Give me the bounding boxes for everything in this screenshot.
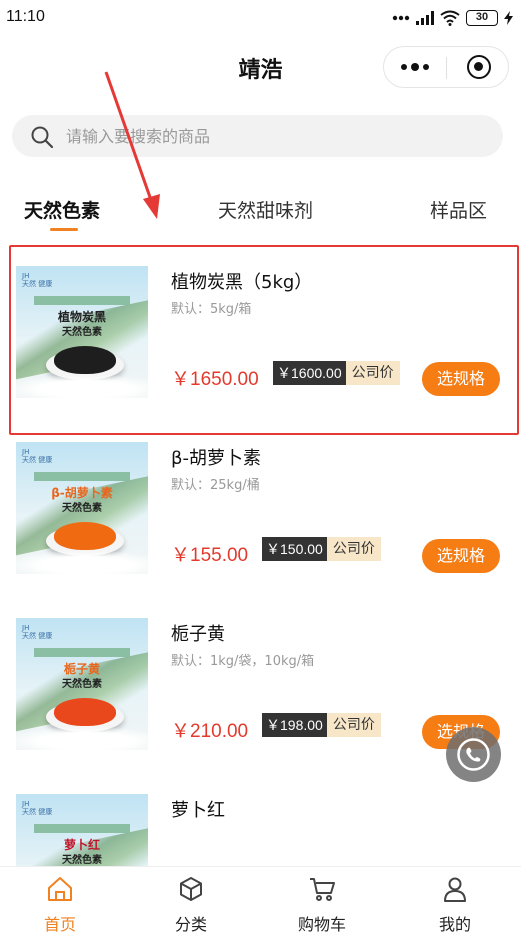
phone-chat-icon <box>457 738 490 771</box>
capsule-divider <box>446 57 447 79</box>
more-dot-icon <box>423 64 429 70</box>
image-cloud <box>16 726 148 750</box>
battery-icon: 30 <box>466 10 498 26</box>
floating-chat-button[interactable] <box>446 727 501 782</box>
tab-sample-area[interactable]: 样品区 <box>430 196 487 223</box>
product-name[interactable]: 栀子黄 <box>171 620 225 646</box>
image-subtitle: 天然色素 <box>62 679 102 690</box>
tabbar-item-cart[interactable]: 购物车 <box>272 867 372 948</box>
product-spec: 默认：25kg/桶 <box>171 478 260 493</box>
signal-icon <box>416 11 434 25</box>
image-cloud <box>16 374 148 398</box>
image-company-banner <box>34 824 130 833</box>
product-image[interactable]: JH 天然 健康 β-胡萝卜素 天然色素 <box>16 442 148 574</box>
company-price-label: 公司价 <box>326 537 381 561</box>
search-icon <box>31 126 54 149</box>
image-logo: JH 天然 健康 <box>22 448 53 464</box>
product-price: ￥210.00 <box>171 721 249 742</box>
company-price-label: 公司价 <box>326 713 381 737</box>
product-spec: 默认：5kg/箱 <box>171 302 252 317</box>
image-cloud <box>16 550 148 574</box>
image-subtitle: 天然色素 <box>62 503 102 514</box>
product-image[interactable]: JH 天然 健康 萝卜红 天然色素 <box>16 794 148 866</box>
image-company-banner <box>34 296 130 305</box>
company-price-value: ￥1600.00 <box>273 361 346 385</box>
choose-spec-button[interactable]: 选规格 <box>422 362 500 396</box>
image-logo: JH 天然 健康 <box>22 272 53 288</box>
charging-bolt-icon <box>504 11 513 25</box>
tab-natural-sweetener[interactable]: 天然甜味剂 <box>218 196 313 223</box>
image-subtitle: 天然色素 <box>62 855 102 866</box>
status-time: 11:10 <box>6 8 45 25</box>
image-powder <box>54 698 116 726</box>
status-bar: 11:10 30 <box>0 0 521 36</box>
company-price-value: ￥198.00 <box>262 713 327 737</box>
image-company-banner <box>34 648 130 657</box>
product-price: ￥155.00 <box>171 545 249 566</box>
product-image[interactable]: JH 天然 健康 植物炭黑 天然色素 <box>16 266 148 398</box>
product-item[interactable]: JH 天然 健康 植物炭黑 天然色素 植物炭黑（5kg） 默认：5kg/箱 ￥16… <box>0 266 521 436</box>
more-menu-button[interactable] <box>384 47 446 87</box>
cube-icon <box>180 877 202 901</box>
wifi-icon <box>440 10 460 26</box>
company-price-value: ￥150.00 <box>262 537 327 561</box>
product-item[interactable]: JH 天然 健康 β-胡萝卜素 天然色素 β-胡萝卜素 默认：25kg/桶 ￥15… <box>0 442 521 612</box>
company-price: ￥150.00 公司价 <box>262 537 381 561</box>
close-miniprogram-icon[interactable] <box>467 55 491 79</box>
product-name[interactable]: 植物炭黑（5kg） <box>171 268 312 294</box>
user-icon <box>444 877 466 902</box>
image-logo: JH 天然 健康 <box>22 800 53 816</box>
product-image[interactable]: JH 天然 健康 栀子黄 天然色素 <box>16 618 148 750</box>
home-icon <box>48 877 72 901</box>
product-name[interactable]: β-胡萝卜素 <box>171 444 261 470</box>
image-subtitle: 天然色素 <box>62 327 102 338</box>
product-name[interactable]: 萝卜红 <box>171 796 225 822</box>
miniprogram-capsule <box>383 46 509 88</box>
tab-natural-pigment[interactable]: 天然色素 <box>24 196 100 223</box>
image-powder <box>54 346 116 374</box>
bottom-tab-bar: 首页 分类 购物车 我的 <box>0 866 521 948</box>
product-price: ￥1650.00 <box>171 369 259 390</box>
choose-spec-button[interactable]: 选规格 <box>422 539 500 573</box>
product-spec: 默认：1kg/袋，10kg/箱 <box>171 654 315 669</box>
tabbar-item-home[interactable]: 首页 <box>10 867 110 948</box>
search-input[interactable] <box>66 115 486 157</box>
more-dot-icon <box>401 64 407 70</box>
status-icons: 30 <box>392 8 513 28</box>
tabbar-label: 我的 <box>438 915 471 934</box>
active-tab-indicator <box>50 228 78 231</box>
image-logo: JH 天然 健康 <box>22 624 53 640</box>
tabbar-item-mine[interactable]: 我的 <box>405 867 505 948</box>
product-item[interactable]: JH 天然 健康 萝卜红 天然色素 萝卜红 <box>0 794 521 866</box>
more-dot-icon <box>411 63 419 71</box>
image-powder <box>54 522 116 550</box>
company-price: ￥198.00 公司价 <box>262 713 381 737</box>
company-price: ￥1600.00 公司价 <box>273 361 400 385</box>
tabbar-item-category[interactable]: 分类 <box>141 867 241 948</box>
more-dots-icon <box>392 15 410 21</box>
search-bar[interactable] <box>12 115 503 157</box>
company-price-label: 公司价 <box>345 361 400 385</box>
cart-icon <box>310 878 335 901</box>
image-company-banner <box>34 472 130 481</box>
tabbar-label: 首页 <box>43 915 76 934</box>
tabbar-label: 购物车 <box>297 915 346 934</box>
tabbar-label: 分类 <box>174 915 207 934</box>
product-item[interactable]: JH 天然 健康 栀子黄 天然色素 栀子黄 默认：1kg/袋，10kg/箱 ￥21… <box>0 618 521 788</box>
